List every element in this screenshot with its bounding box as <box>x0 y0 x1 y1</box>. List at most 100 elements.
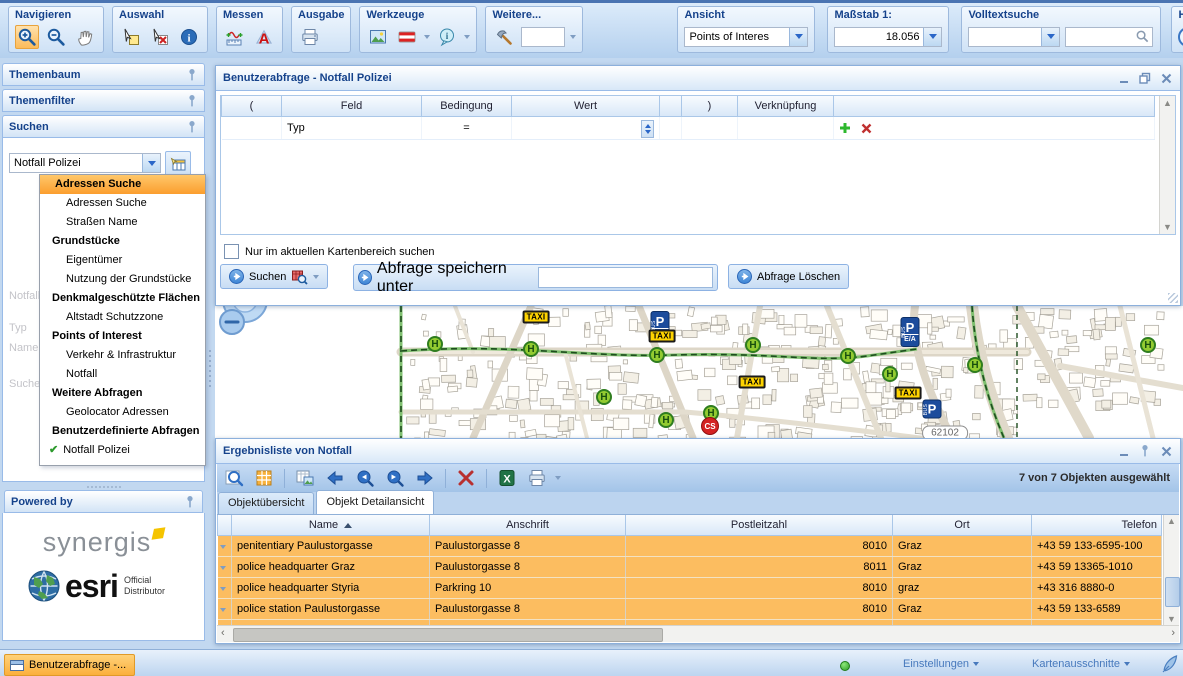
contact-button[interactable]: C <box>1178 27 1183 47</box>
telefon-cell[interactable]: +43 316 8880-0 <box>1032 578 1162 599</box>
save-query-button[interactable]: Abfrage speichern unter <box>353 264 718 291</box>
select-button[interactable] <box>119 25 143 49</box>
field-cell[interactable]: Typ <box>282 117 422 140</box>
col-name[interactable]: Name <box>232 515 430 536</box>
link-cell[interactable] <box>738 117 834 140</box>
tools-button[interactable] <box>492 25 516 49</box>
attribute-table-button[interactable] <box>252 466 276 490</box>
maptip-dropdown-caret[interactable] <box>464 35 470 39</box>
close-paren-cell[interactable] <box>682 117 738 140</box>
search-tree-item[interactable]: Adressen Suche <box>40 175 205 194</box>
col-ort[interactable]: Ort <box>893 515 1032 536</box>
first-result-button[interactable] <box>323 466 347 490</box>
result-row[interactable]: police headquarter GrazPaulustorgasse 88… <box>218 557 1162 578</box>
scrollbar-thumb[interactable] <box>1165 577 1180 607</box>
resize-grip[interactable] <box>1168 293 1178 303</box>
name-cell[interactable]: police headquarter Styria <box>232 578 430 599</box>
search-tree-item[interactable]: Verkehr & Infrastruktur <box>40 346 205 365</box>
fulltext-search-input[interactable] <box>1065 27 1153 47</box>
result-row[interactable]: police headquarter StyriaParkring 108010… <box>218 578 1162 599</box>
chevron-down-icon[interactable] <box>789 28 807 46</box>
results-horizontal-scrollbar[interactable]: ‹ › <box>217 625 1179 642</box>
col-bedingung[interactable]: Bedingung <box>422 96 512 117</box>
chevron-down-icon[interactable] <box>142 154 160 172</box>
pin-icon[interactable] <box>186 68 198 82</box>
map-viewport[interactable]: BUSPE/ABUSPE/ABUSPHHHHHHHHHHHTAXITAXITAX… <box>215 306 1183 438</box>
col-telefon[interactable]: Telefon <box>1032 515 1162 536</box>
search-options-caret[interactable] <box>313 275 319 279</box>
map-marker-h[interactable]: H <box>1140 337 1156 353</box>
search-tree-item[interactable]: Nutzung der Grundstücke <box>40 270 205 289</box>
ort-cell[interactable]: Graz <box>893 557 1032 578</box>
col-anschrift[interactable]: Anschrift <box>430 515 626 536</box>
map-marker-h[interactable]: H <box>882 366 898 382</box>
result-row[interactable]: penitentiary PaulustorgassePaulustorgass… <box>218 536 1162 557</box>
fulltext-category-select[interactable] <box>968 27 1060 47</box>
tools-select[interactable] <box>521 27 565 47</box>
close-icon[interactable] <box>1159 444 1173 458</box>
tools-dropdown-caret[interactable] <box>570 35 576 39</box>
map-marker-h[interactable]: H <box>967 357 983 373</box>
col-postleitzahl[interactable]: Postleitzahl <box>626 515 893 536</box>
chevron-down-icon[interactable] <box>923 28 941 46</box>
map-marker-h[interactable]: H <box>658 412 674 428</box>
tab-objekt-detailansicht[interactable]: Objekt Detailansicht <box>316 490 434 514</box>
last-result-button[interactable] <box>413 466 437 490</box>
scrollbar-thumb[interactable] <box>233 628 663 642</box>
map-marker-taxi[interactable]: TAXI <box>739 376 766 389</box>
remove-results-button[interactable] <box>454 466 478 490</box>
zoom-in-button[interactable] <box>15 25 39 49</box>
map-marker-pea[interactable]: BUSPE/A <box>901 317 920 347</box>
anschrift-cell[interactable]: Paulustorgasse 8 <box>430 599 626 620</box>
results-titlebar[interactable]: Ergebnisliste von Notfall <box>216 439 1180 464</box>
row-menu-cell[interactable] <box>218 557 232 578</box>
map-marker-h[interactable]: H <box>427 336 443 352</box>
pin-icon[interactable] <box>1138 444 1152 458</box>
chevron-down-icon[interactable] <box>1041 28 1059 46</box>
col-wert[interactable]: Wert <box>512 96 660 117</box>
anschrift-cell[interactable]: Paulustorgasse 8 <box>430 557 626 578</box>
ansicht-select[interactable]: Points of Interes <box>684 27 808 47</box>
col-open-paren[interactable]: ( <box>222 96 282 117</box>
name-cell[interactable]: police headquarter Graz <box>232 557 430 578</box>
zoom-next-button[interactable] <box>383 466 407 490</box>
plz-cell[interactable]: 8010 <box>626 599 893 620</box>
table-map-button[interactable] <box>293 466 317 490</box>
kartenausschnitte-menu[interactable]: Kartenausschnitte <box>1032 658 1130 670</box>
maptip-button[interactable]: i <box>435 25 459 49</box>
row-menu-cell[interactable] <box>218 536 232 557</box>
map-marker-h[interactable]: H <box>649 347 665 363</box>
search-icon[interactable] <box>1135 29 1150 44</box>
row-caret-icon[interactable] <box>220 608 226 612</box>
close-icon[interactable] <box>1159 71 1173 85</box>
map-marker-cs[interactable]: CS <box>701 417 719 435</box>
checkbox-box[interactable] <box>224 244 239 259</box>
minimize-icon[interactable] <box>1117 444 1131 458</box>
ort-cell[interactable]: Graz <box>893 599 1032 620</box>
map-marker-taxi[interactable]: TAXI <box>523 311 550 324</box>
search-tree-item[interactable]: Weitere Abfragen <box>40 384 205 403</box>
search-tree-item[interactable]: Grundstücke <box>40 232 205 251</box>
search-tree-item[interactable]: Notfall <box>40 365 205 384</box>
print-results-button[interactable] <box>525 466 549 490</box>
search-tree-item[interactable]: ✔Notfall Polizei <box>40 441 205 460</box>
row-caret-icon[interactable] <box>220 587 226 591</box>
name-cell[interactable]: police station Paulustorgasse <box>232 599 430 620</box>
sidebar-panel-suchen[interactable]: Suchen <box>2 115 205 138</box>
row-caret-icon[interactable] <box>220 566 226 570</box>
anschrift-cell[interactable]: Parkring 10 <box>430 578 626 599</box>
ort-cell[interactable]: graz <box>893 578 1032 599</box>
clear-selection-button[interactable] <box>148 25 172 49</box>
powered-by-header[interactable]: Powered by <box>4 490 203 513</box>
tab-objektuebersicht[interactable]: Objektübersicht <box>218 492 314 514</box>
add-row-icon[interactable] <box>839 122 851 134</box>
query-dialog-titlebar[interactable]: Benutzerabfrage - Notfall Polizei <box>216 66 1180 91</box>
einstellungen-menu[interactable]: Einstellungen <box>903 658 979 670</box>
flag-dropdown-caret[interactable] <box>424 35 430 39</box>
search-tree-item[interactable]: Straßen Name <box>40 213 205 232</box>
search-tree-item[interactable]: Altstadt Schutzzone <box>40 308 205 327</box>
search-tree-item[interactable]: Benutzerdefinierte Abfragen <box>40 422 205 441</box>
plz-cell[interactable]: 8010 <box>626 578 893 599</box>
search-tree-item[interactable]: Points of Interest <box>40 327 205 346</box>
value-cell[interactable] <box>512 117 660 140</box>
